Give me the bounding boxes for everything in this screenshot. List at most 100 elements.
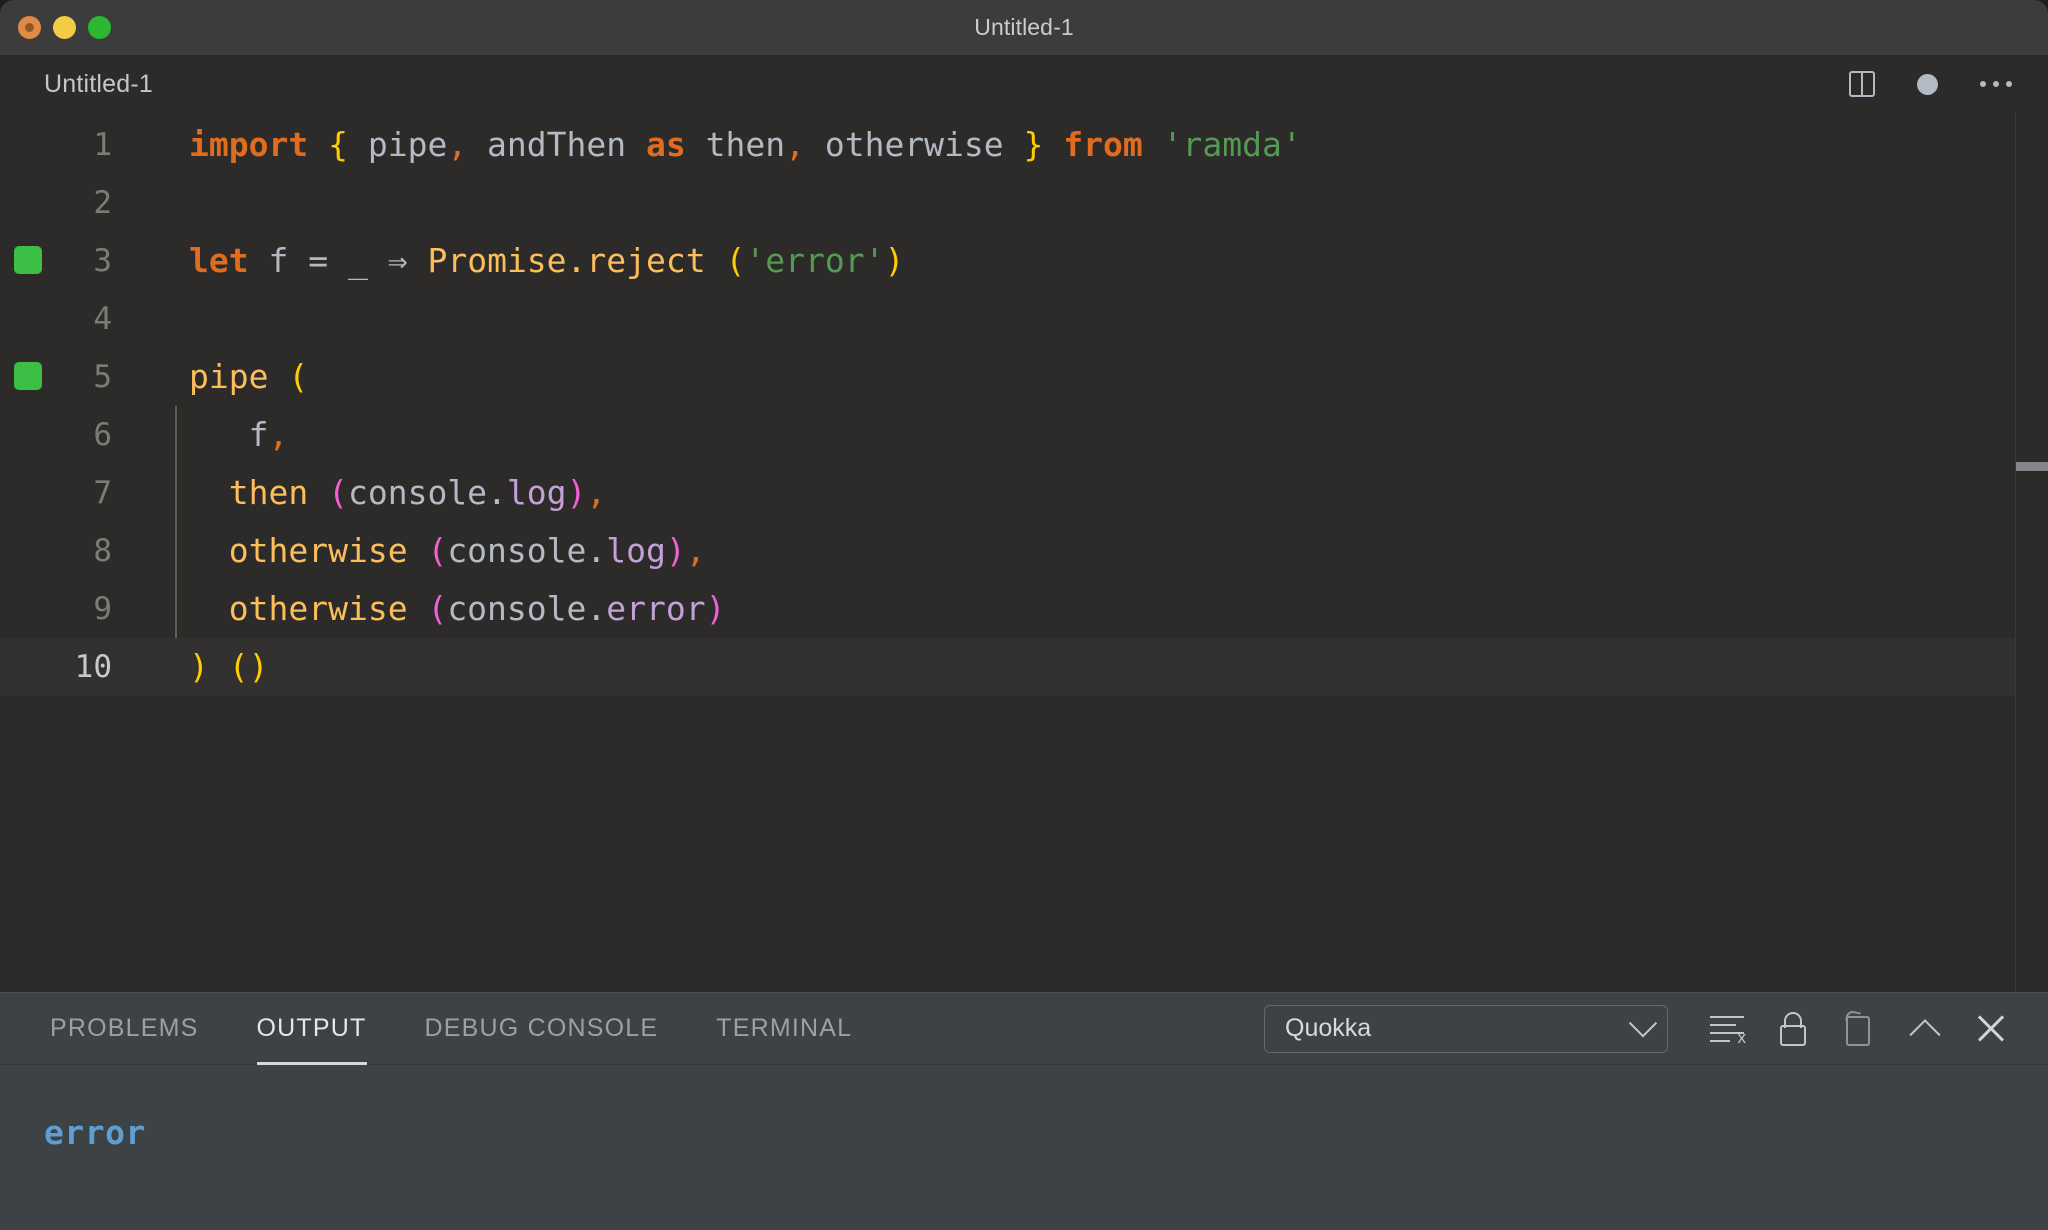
token-fn-pipe: pipe <box>189 357 289 396</box>
token-property-error: error <box>606 589 706 628</box>
open-in-editor-icon <box>1844 1009 1874 1046</box>
token-comma: , <box>586 473 607 512</box>
maximize-window-button[interactable] <box>88 16 111 39</box>
window-titlebar: Untitled-1 <box>0 0 2048 56</box>
code-line[interactable]: 9 otherwise (console.error) <box>0 580 2048 638</box>
code-editor[interactable]: 1 import { pipe, andThen as then, otherw… <box>0 112 2048 992</box>
line-content: otherwise (console.error) <box>132 580 2048 638</box>
editor-overview-ruler[interactable] <box>2015 112 2048 992</box>
code-line[interactable]: 4 <box>0 290 2048 348</box>
token-comma: , <box>785 125 805 164</box>
token-paren-close: ) <box>566 473 587 512</box>
split-editor-icon <box>1849 71 1875 97</box>
panel-actions: Quokka x <box>1264 1001 2048 1057</box>
token-fn-otherwise: otherwise <box>228 531 428 570</box>
close-window-button[interactable] <box>18 16 41 39</box>
token-string-module: 'ramda' <box>1162 125 1302 164</box>
panel-tab-label: DEBUG CONSOLE <box>424 1014 659 1042</box>
quokka-breakpoint-marker[interactable] <box>14 362 42 390</box>
token-property-log: log <box>606 531 666 570</box>
vscode-window: Untitled-1 Untitled-1 1 import {pipe, a… <box>0 0 2048 1230</box>
token-equals: = <box>308 241 348 280</box>
maximize-panel-button[interactable] <box>1892 1001 1958 1057</box>
output-content[interactable]: error <box>0 1065 2048 1152</box>
panel-tab-output[interactable]: OUTPUT <box>256 993 367 1065</box>
token-import-andthen: andThen <box>467 125 646 164</box>
token-object-console: console. <box>447 589 607 628</box>
code-line-current[interactable]: 10 ) () <box>0 638 2048 696</box>
indent-guide <box>175 522 177 580</box>
line-content: then (console.log), <box>132 464 2048 522</box>
traffic-light-group <box>18 0 111 55</box>
token-keyword: import <box>189 125 309 164</box>
code-line[interactable]: 5 pipe ( <box>0 348 2048 406</box>
line-number: 6 <box>93 417 112 453</box>
line-content: let f = _ ⇒ Promise.reject ('error') <box>132 232 2048 290</box>
unsaved-dot-icon <box>1917 73 1938 95</box>
close-panel-button[interactable] <box>1958 1001 2024 1057</box>
token-string-error: 'error' <box>745 241 885 280</box>
code-line[interactable]: 8 otherwise (console.log), <box>0 522 2048 580</box>
token-keyword-let: let <box>189 241 249 280</box>
line-number: 7 <box>93 475 112 511</box>
token-alias-then: then <box>685 125 786 164</box>
line-number: 4 <box>93 301 112 337</box>
editor-tabbar: Untitled-1 <box>0 56 2048 112</box>
token-comma: , <box>268 415 289 454</box>
token-property-log: log <box>506 473 567 512</box>
token-paren-open: ( <box>427 589 448 628</box>
lock-scroll-button[interactable] <box>1760 1001 1826 1057</box>
panel-tab-label: OUTPUT <box>256 1014 367 1042</box>
indent-guide <box>175 580 177 638</box>
line-content: ) () <box>132 638 2048 696</box>
unsaved-indicator-button[interactable] <box>1917 73 1938 95</box>
token-object-console: console. <box>347 473 507 512</box>
open-in-editor-button[interactable] <box>1826 1001 1892 1057</box>
output-channel-select[interactable]: Quokka <box>1264 1004 1668 1053</box>
token-paren-close: ) <box>884 241 905 280</box>
token-paren-close: ) <box>189 647 209 686</box>
token-paren-close: ) <box>665 531 686 570</box>
token-keyword-from: from <box>1043 125 1163 164</box>
quokka-breakpoint-marker[interactable] <box>14 246 42 274</box>
token-arrow: ⇒ <box>387 241 428 280</box>
code-line[interactable]: 6 f, <box>0 406 2048 464</box>
token-paren-close: ) <box>705 589 726 628</box>
line-number: 2 <box>93 185 112 221</box>
code-line[interactable]: 3 let f = _ ⇒ Promise.reject ('error') <box>0 232 2048 290</box>
panel-tab-label: TERMINAL <box>716 1014 853 1042</box>
token-call-paren-close: ) <box>248 647 269 686</box>
panel-tab-debug-console[interactable]: DEBUG CONSOLE <box>425 993 659 1065</box>
split-editor-button[interactable] <box>1849 71 1875 97</box>
line-content: pipe ( <box>132 348 2048 406</box>
line-number: 9 <box>93 591 112 627</box>
token-paren-open: ( <box>725 241 746 280</box>
more-actions-button[interactable] <box>1980 81 2012 87</box>
token-paren-open: ( <box>427 531 448 570</box>
token-object-console: console. <box>447 531 607 570</box>
output-channel-value: Quokka <box>1285 1014 1372 1042</box>
minimize-window-button[interactable] <box>53 16 76 39</box>
panel-tab-terminal[interactable]: TERMINAL <box>716 993 852 1065</box>
line-number: 8 <box>93 533 112 569</box>
code-line[interactable]: 7 then (console.log), <box>0 464 2048 522</box>
chevron-down-icon <box>1628 1008 1658 1037</box>
lock-icon <box>1780 1011 1806 1046</box>
chevron-up-icon <box>1909 1018 1941 1050</box>
editor-scrollbar-thumb[interactable] <box>2016 462 2048 471</box>
editor-tab-untitled-1[interactable]: Untitled-1 <box>0 56 175 112</box>
editor-tab-label: Untitled-1 <box>44 69 153 98</box>
indent-guide <box>175 406 177 464</box>
token-keyword-as: as <box>646 125 686 164</box>
clear-output-button[interactable]: x <box>1694 1001 1760 1057</box>
close-icon <box>1976 1014 2006 1044</box>
panel-tab-problems[interactable]: PROBLEMS <box>50 993 199 1065</box>
code-line[interactable]: 2 <box>0 174 2048 232</box>
code-line[interactable]: 1 import { pipe, andThen as then, otherw… <box>0 116 2048 174</box>
panel-tab-label: PROBLEMS <box>50 1014 199 1042</box>
token-brace-open: { <box>328 125 348 164</box>
token-paren-open: ( <box>288 357 309 396</box>
output-line: error <box>44 1113 146 1152</box>
indent-guide <box>175 464 177 522</box>
token-underscore-param: _ <box>347 241 388 280</box>
